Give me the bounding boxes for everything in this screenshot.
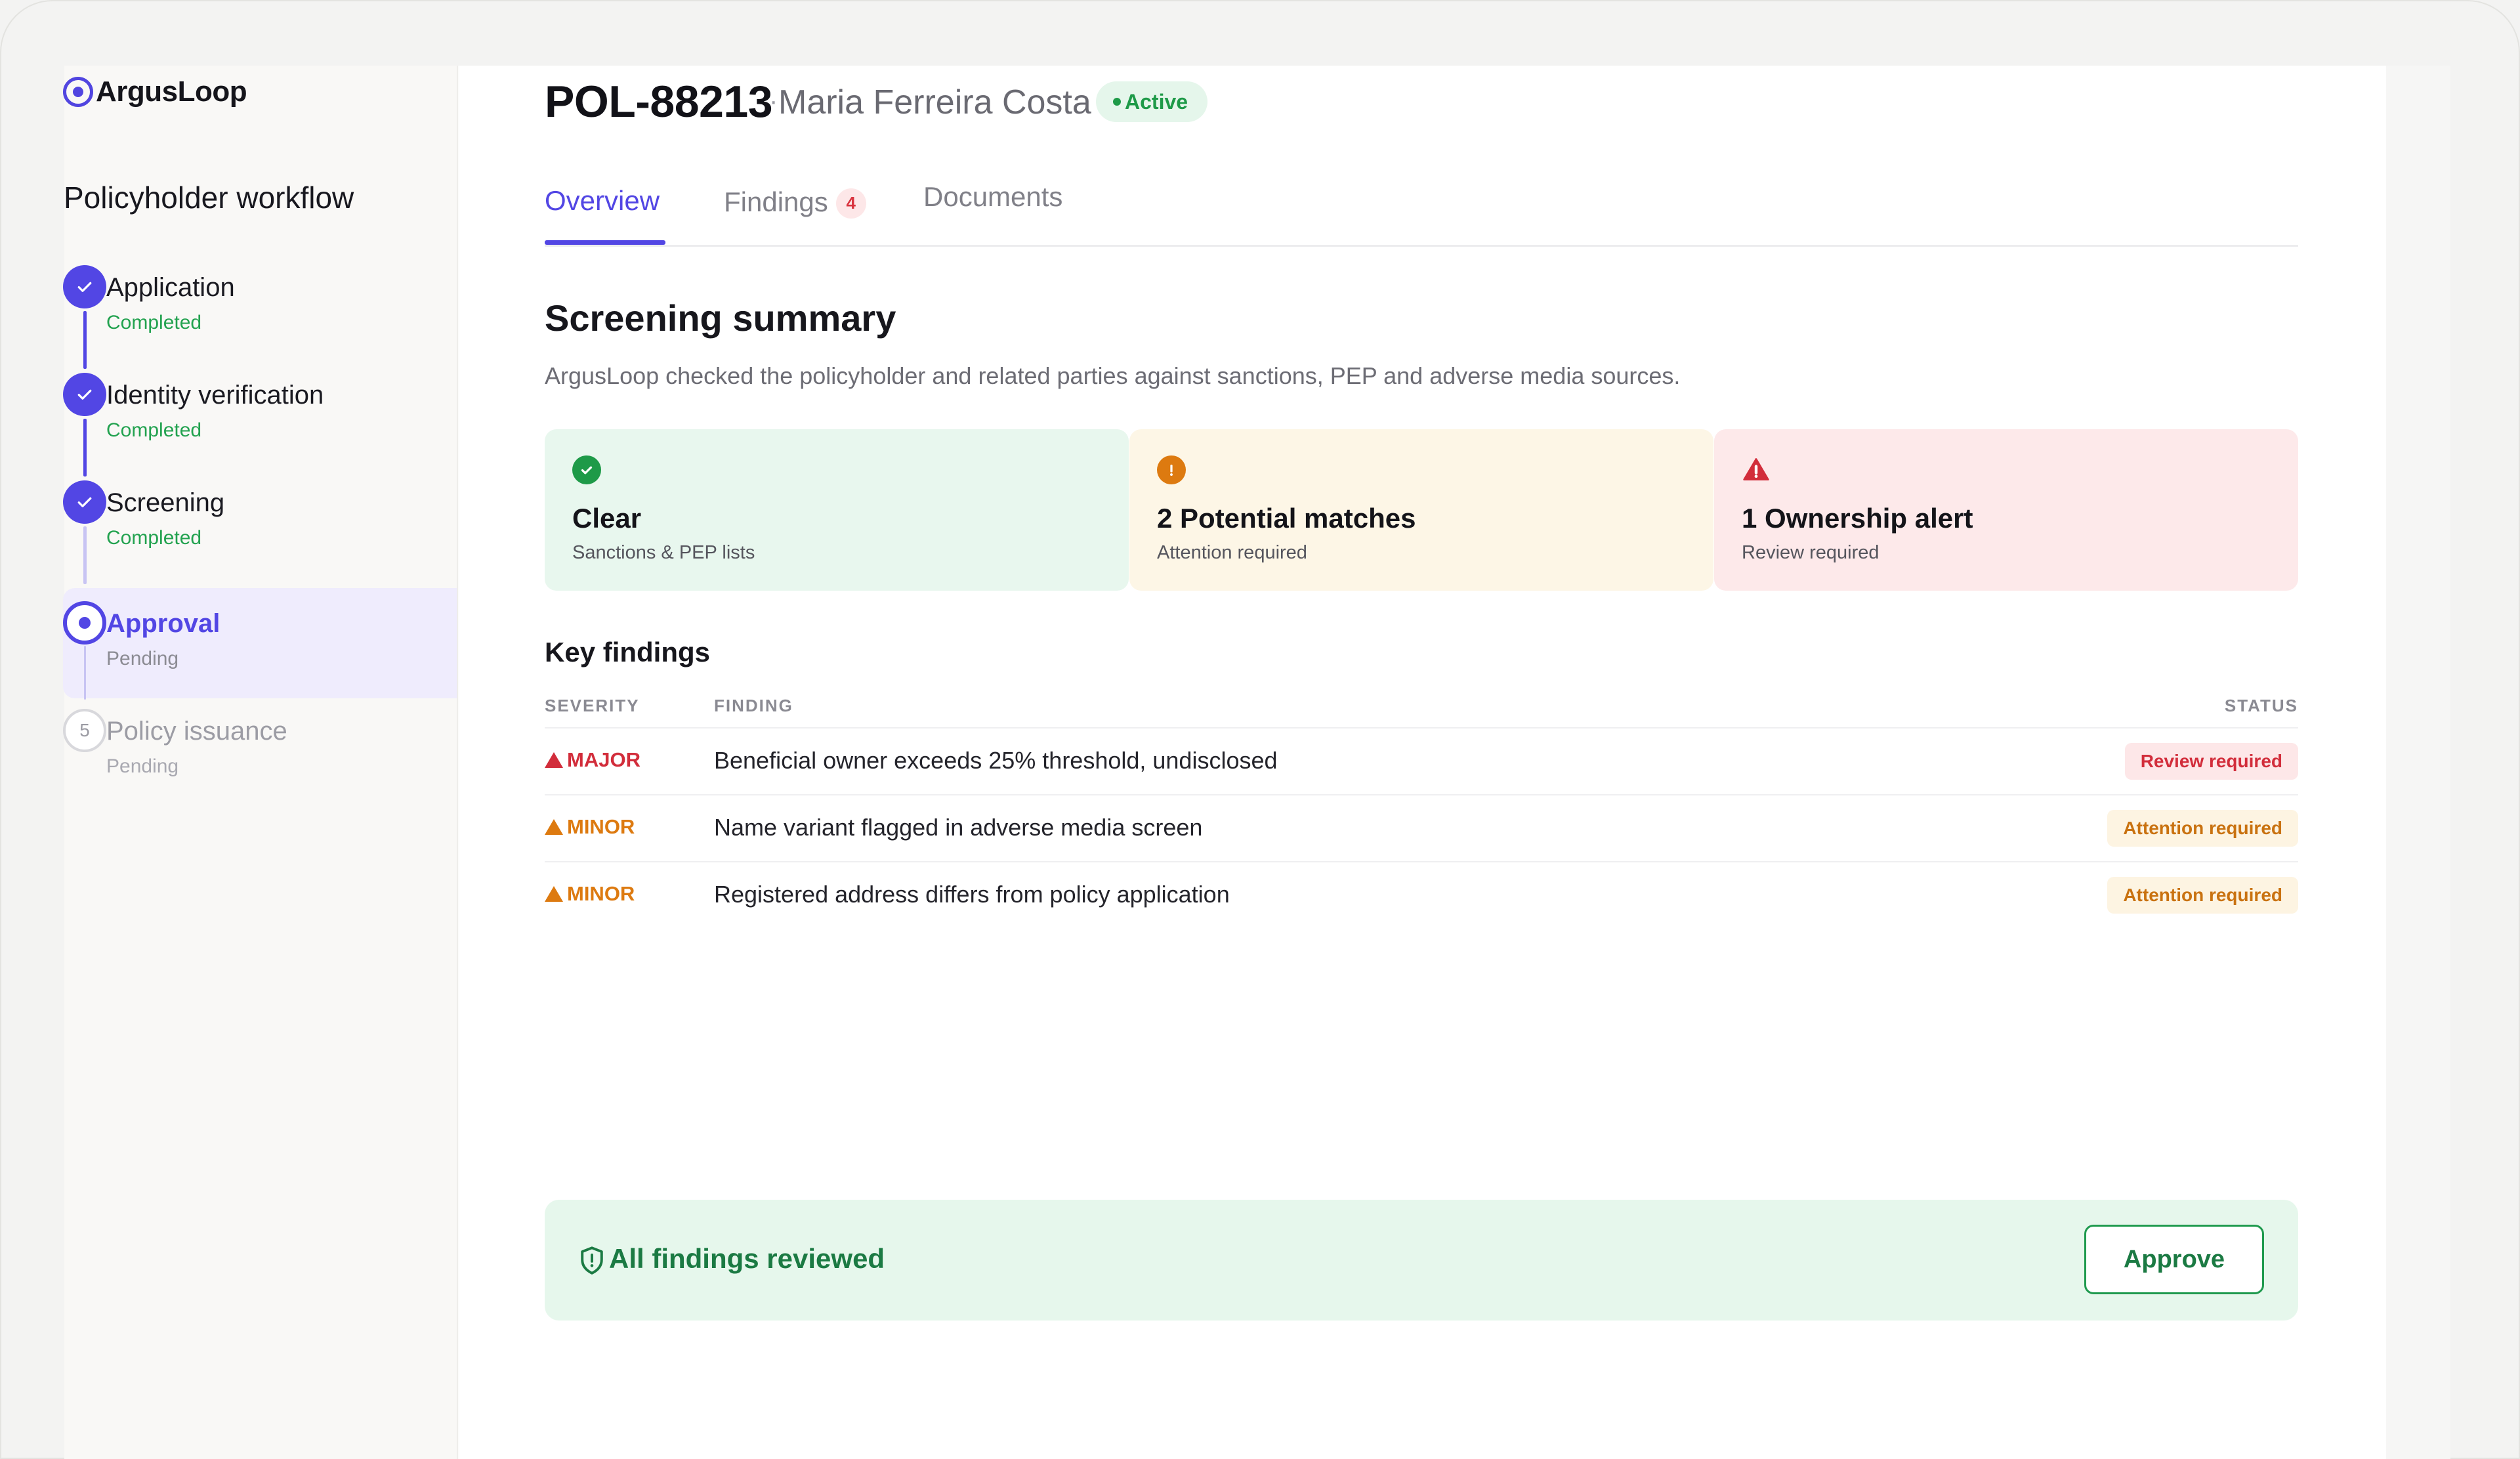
- tab-overview[interactable]: Overview: [545, 185, 660, 217]
- status-badge: Attention required: [2107, 877, 2298, 914]
- step-connector: [83, 419, 87, 476]
- status-badge: Attention required: [2107, 810, 2298, 847]
- column-header-finding: FINDING: [714, 696, 793, 715]
- step-connector: [84, 646, 86, 700]
- target-dot-icon: [63, 77, 93, 107]
- column-header-status: STATUS: [2224, 696, 2298, 715]
- summary-cards: Clear Sanctions & PEP lists 2 Potential …: [545, 429, 2298, 591]
- warning-triangle-icon: [1742, 455, 1771, 484]
- check-icon: [63, 480, 106, 524]
- summary-card-ownership-alert[interactable]: 1 Ownership alert Review required: [1714, 429, 2298, 591]
- step-screening[interactable]: Screening Completed: [63, 478, 457, 585]
- step-identity-verification[interactable]: Identity verification Completed: [63, 370, 457, 478]
- findings-count-badge: 4: [835, 188, 866, 219]
- step-connector: [83, 311, 87, 369]
- severity-label: MINOR: [567, 815, 635, 838]
- warning-triangle-icon: [545, 752, 563, 768]
- severity-cell: MINOR: [545, 815, 635, 839]
- severity-label: MAJOR: [567, 748, 640, 771]
- shield-icon: [581, 1246, 603, 1275]
- step-label: Approval: [106, 609, 220, 638]
- card-subtitle: Review required: [1742, 542, 1880, 563]
- check-circle-icon: [572, 455, 601, 484]
- severity-label: MINOR: [567, 882, 635, 905]
- section-title: Screening summary: [545, 297, 896, 339]
- status-badge: Active: [1096, 81, 1208, 122]
- policy-id: POL-88213: [545, 77, 773, 127]
- review-status-message: All findings reviewed: [609, 1243, 885, 1274]
- step-label: Identity verification: [106, 381, 324, 410]
- step-label: Screening: [106, 488, 225, 517]
- tab-findings[interactable]: Findings 4: [724, 186, 866, 219]
- table-row[interactable]: MINOR Registered address differs from po…: [545, 862, 2298, 929]
- card-subtitle: Sanctions & PEP lists: [572, 542, 755, 563]
- column-header-severity: SEVERITY: [545, 696, 640, 715]
- brand[interactable]: ArgusLoop: [63, 75, 247, 108]
- finding-text: Beneficial owner exceeds 25% threshold, …: [714, 747, 1278, 774]
- card-title: 2 Potential matches: [1157, 503, 1416, 534]
- approve-button[interactable]: Approve: [2084, 1225, 2264, 1294]
- card-subtitle: Attention required: [1157, 542, 1307, 563]
- review-status-bar: All findings reviewed Approve: [545, 1200, 2298, 1321]
- policyholder-name: Maria Ferreira Costa: [778, 83, 1091, 121]
- finding-text: Registered address differs from policy a…: [714, 881, 1230, 908]
- step-application[interactable]: Application Completed: [63, 263, 457, 370]
- tab-bar: Overview Findings 4 Documents: [545, 177, 2298, 247]
- warning-triangle-icon: [545, 819, 563, 835]
- step-number: 5: [63, 709, 106, 752]
- step-approval[interactable]: Approval Pending: [63, 588, 457, 700]
- tab-label: Findings: [724, 186, 828, 217]
- step-status: Completed: [106, 312, 202, 333]
- finding-text: Name variant flagged in adverse media sc…: [714, 814, 1203, 841]
- severity-cell: MAJOR: [545, 748, 640, 772]
- card-title: Clear: [572, 503, 642, 534]
- check-icon: [63, 265, 106, 308]
- brand-name: ArgusLoop: [96, 75, 247, 108]
- summary-card-clear[interactable]: Clear Sanctions & PEP lists: [545, 429, 1129, 591]
- window-edge: [2386, 66, 2450, 1459]
- warning-triangle-icon: [545, 886, 563, 902]
- active-tab-indicator: [545, 240, 665, 245]
- table-row[interactable]: MAJOR Beneficial owner exceeds 25% thres…: [545, 729, 2298, 795]
- step-status: Completed: [106, 419, 202, 441]
- summary-card-potential-matches[interactable]: 2 Potential matches Attention required: [1129, 429, 1713, 591]
- status-dot-icon: [1113, 98, 1121, 106]
- check-icon: [63, 373, 106, 416]
- step-label: Application: [106, 273, 235, 302]
- exclamation-circle-icon: [1157, 455, 1186, 484]
- card-title: 1 Ownership alert: [1742, 503, 1973, 534]
- tab-label: Documents: [923, 181, 1063, 212]
- step-policy-issuance[interactable]: 5 Policy issuance Pending: [63, 706, 457, 814]
- status-badge: Review required: [2124, 743, 2298, 780]
- title-separator: ·: [769, 87, 778, 116]
- current-step-icon: [63, 601, 106, 645]
- status-badge-label: Active: [1125, 89, 1188, 114]
- step-status: Completed: [106, 527, 202, 549]
- step-label: Policy issuance: [106, 717, 287, 746]
- tab-documents[interactable]: Documents: [923, 181, 1062, 213]
- table-row[interactable]: MINOR Name variant flagged in adverse me…: [545, 795, 2298, 862]
- findings-table-header: SEVERITY FINDING STATUS: [545, 696, 2298, 729]
- step-connector: [83, 526, 87, 584]
- step-status: Pending: [106, 755, 179, 777]
- key-findings-title: Key findings: [545, 637, 711, 667]
- tab-label: Overview: [545, 185, 660, 216]
- severity-cell: MINOR: [545, 882, 635, 906]
- workflow-title: Policyholder workflow: [64, 180, 354, 215]
- step-status: Pending: [106, 648, 179, 669]
- section-description: ArgusLoop checked the policyholder and r…: [545, 362, 1681, 389]
